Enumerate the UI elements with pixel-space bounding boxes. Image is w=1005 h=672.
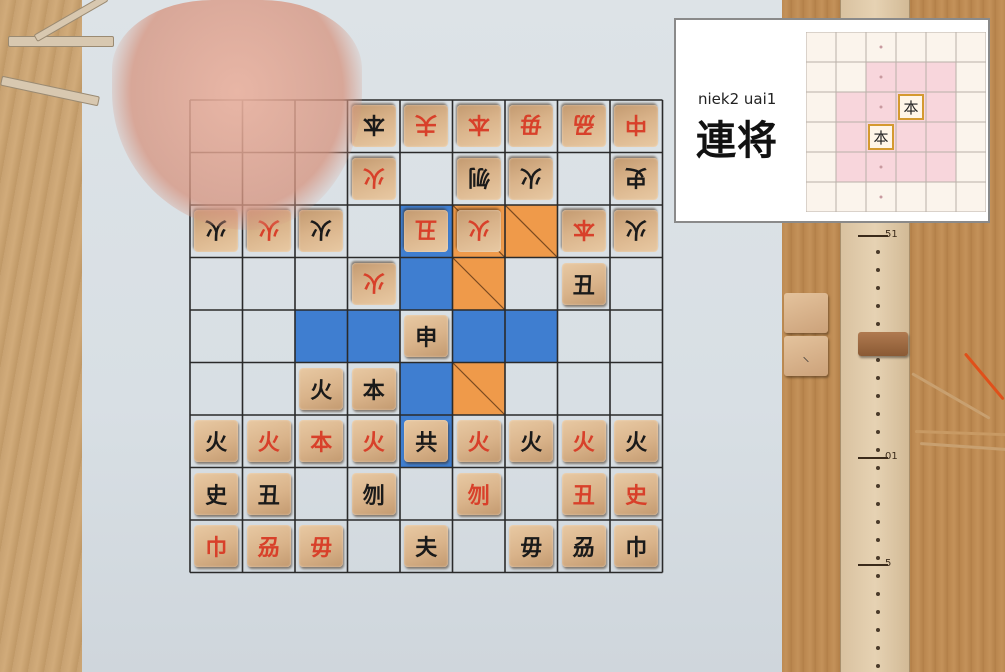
mini-piece: 本 xyxy=(898,94,924,120)
game-piece[interactable]: 史 xyxy=(194,472,239,515)
game-piece[interactable]: 火 xyxy=(509,420,554,463)
move-title: 連将 xyxy=(696,118,778,164)
ruler-dot xyxy=(876,466,880,470)
game-piece[interactable]: 火 xyxy=(561,420,606,463)
ruler-label: 5 xyxy=(885,558,892,569)
game-piece[interactable]: 火 xyxy=(194,420,239,463)
game-piece[interactable]: 火 xyxy=(351,157,396,200)
blue-zone-square xyxy=(505,310,558,363)
game-piece[interactable]: 丑 xyxy=(246,472,291,515)
ruler-dot xyxy=(876,502,880,506)
ruler-slider-marker[interactable] xyxy=(858,332,908,356)
game-piece[interactable]: 刎 xyxy=(351,472,396,515)
game-piece[interactable]: 中 xyxy=(614,105,659,148)
ruler-dot xyxy=(876,376,880,380)
game-piece[interactable]: 共 xyxy=(404,420,449,463)
ruler-dot xyxy=(876,538,880,542)
game-piece[interactable]: 毋 xyxy=(509,525,554,568)
game-piece[interactable]: 火 xyxy=(246,420,291,463)
game-piece[interactable]: 申 xyxy=(404,315,449,358)
blue-zone-square xyxy=(400,257,453,310)
ruler-dot xyxy=(876,286,880,290)
game-piece[interactable]: 毋 xyxy=(509,105,554,148)
blue-zone-square xyxy=(452,310,505,363)
move-name-overlay: niek2 uai1 連将 本本 xyxy=(674,18,990,223)
move-romanization: niek2 uai1 xyxy=(698,90,777,108)
game-piece[interactable]: 刕 xyxy=(561,105,606,148)
ruler-dot xyxy=(876,646,880,650)
game-piece[interactable]: 本 xyxy=(351,367,396,410)
game-piece[interactable]: 火 xyxy=(351,262,396,305)
mini-path-dot xyxy=(879,75,883,79)
game-piece[interactable]: 本 xyxy=(561,210,606,253)
ruler-dot xyxy=(876,250,880,254)
game-piece[interactable]: 火 xyxy=(299,367,344,410)
game-piece[interactable]: 火 xyxy=(456,420,501,463)
game-piece[interactable]: 刎 xyxy=(456,472,501,515)
ruler-dot xyxy=(876,574,880,578)
ruler-dot xyxy=(876,664,880,668)
mini-path-dot xyxy=(879,165,883,169)
ruler-dot xyxy=(876,358,880,362)
ruler-dot xyxy=(876,268,880,272)
game-piece[interactable]: 刕 xyxy=(246,525,291,568)
ruler-tick xyxy=(858,235,888,237)
ruler-dot xyxy=(876,430,880,434)
game-piece[interactable]: 本 xyxy=(456,105,501,148)
ruler-dot xyxy=(876,322,880,326)
game-piece[interactable]: 刎 xyxy=(456,157,501,200)
ruler-dot xyxy=(876,556,880,560)
ruler-dot xyxy=(876,412,880,416)
ruler-dot xyxy=(876,592,880,596)
mini-path-dot xyxy=(879,105,883,109)
mini-path-dot xyxy=(879,195,883,199)
game-piece[interactable]: 火 xyxy=(614,210,659,253)
game-piece[interactable]: 毋 xyxy=(299,525,344,568)
ruler-dot xyxy=(876,610,880,614)
game-piece[interactable]: 丑 xyxy=(404,210,449,253)
game-piece[interactable]: 夫 xyxy=(404,105,449,148)
mini-path-dot xyxy=(879,45,883,49)
game-piece[interactable]: 史 xyxy=(614,157,659,200)
blue-zone-square xyxy=(295,310,348,363)
spare-piece-bottom[interactable]: ⸜ xyxy=(784,336,828,376)
mini-board-diagram xyxy=(806,32,986,212)
game-piece[interactable]: 火 xyxy=(509,157,554,200)
ruler-dot xyxy=(876,448,880,452)
ruler-dot xyxy=(876,304,880,308)
blue-zone-square xyxy=(400,362,453,415)
game-piece[interactable]: 火 xyxy=(614,420,659,463)
game-piece[interactable]: 巾 xyxy=(194,525,239,568)
ruler-dot xyxy=(876,520,880,524)
game-piece[interactable]: 巾 xyxy=(614,525,659,568)
game-piece[interactable]: 史 xyxy=(614,472,659,515)
spare-piece-top[interactable] xyxy=(784,293,828,333)
ruler-label: 51 xyxy=(885,229,898,240)
game-piece[interactable]: 夫 xyxy=(404,525,449,568)
game-scene: 本夫本毋刕中火刎火史火火火丑火本火火丑申火本火火本火共火火火火史丑刎刎丑史巾刕毋… xyxy=(0,0,1005,672)
mini-piece: 本 xyxy=(868,124,894,150)
ruler-tick xyxy=(858,457,888,459)
ruler-dot xyxy=(876,394,880,398)
game-piece[interactable]: 火 xyxy=(351,420,396,463)
game-piece[interactable]: 火 xyxy=(456,210,501,253)
blue-zone-square xyxy=(347,310,400,363)
game-piece[interactable]: 本 xyxy=(299,420,344,463)
game-piece[interactable]: 丑 xyxy=(561,472,606,515)
game-piece[interactable]: 丑 xyxy=(561,262,606,305)
ruler-dot xyxy=(876,628,880,632)
ruler-dot xyxy=(876,484,880,488)
ruler-label: 01 xyxy=(885,451,898,462)
ruler-tick xyxy=(858,564,888,566)
game-piece[interactable]: 刕 xyxy=(561,525,606,568)
game-piece[interactable]: 火 xyxy=(299,210,344,253)
